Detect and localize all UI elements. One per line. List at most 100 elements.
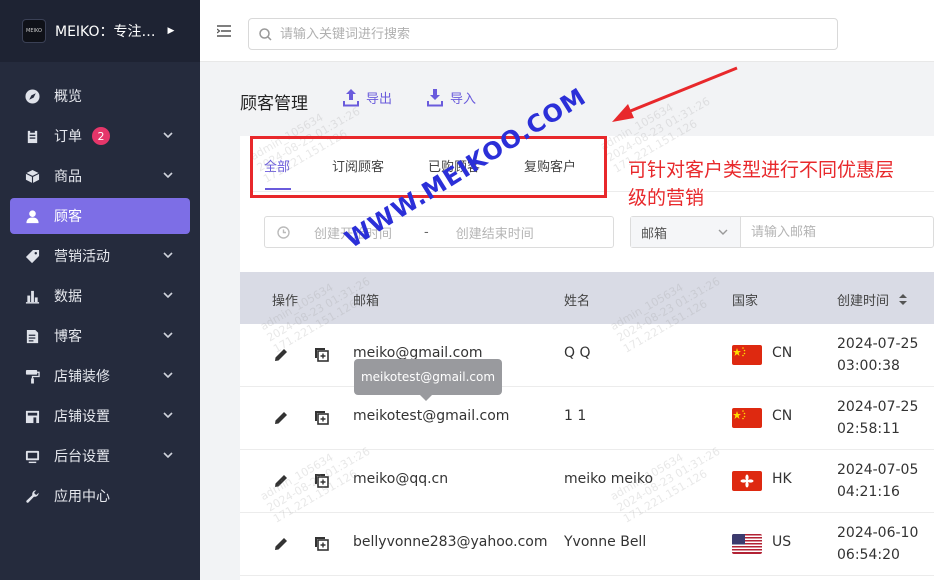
chevron-down-icon — [162, 409, 174, 421]
filter-field-select[interactable]: 邮箱 — [631, 217, 741, 247]
clock-icon — [277, 225, 290, 239]
customer-name: Q Q — [564, 345, 591, 361]
column-header-created[interactable]: 创建时间 — [837, 290, 908, 309]
created-date: 2024-06-10 — [837, 525, 919, 541]
sidebar-item-marketing[interactable]: 营销活动 — [10, 238, 190, 274]
sidebar-item-blog[interactable]: 博客 — [10, 318, 190, 354]
email-filter: 邮箱 — [630, 216, 934, 248]
chevron-down-icon — [162, 449, 174, 461]
import-label: 导入 — [450, 92, 477, 107]
china-flag-icon — [732, 345, 762, 365]
created-date: 2024-07-25 — [837, 399, 919, 415]
copy-icon[interactable] — [314, 536, 329, 555]
brand-logo: MEIKO — [22, 19, 46, 43]
sidebar-item-label: 营销活动 — [54, 249, 110, 265]
sidebar-item-overview[interactable]: 概览 — [10, 78, 190, 114]
date-separator: - — [424, 224, 429, 240]
date-end-placeholder[interactable]: 创建结束时间 — [456, 223, 534, 242]
store-switcher[interactable]: MEIKO MEIKO：专注… ▶ — [0, 0, 200, 62]
sidebar-item-store-design[interactable]: 店铺装修 — [10, 358, 190, 394]
export-label: 导出 — [366, 92, 393, 107]
box-icon — [24, 168, 40, 184]
sidebar: MEIKO MEIKO：专注… ▶ 概览 订单 2 商品 顾客 营销活动 数据 … — [0, 0, 200, 580]
sidebar-item-products[interactable]: 商品 — [10, 158, 190, 194]
search-icon — [259, 27, 272, 41]
created-clock: 02:58:11 — [837, 421, 900, 437]
bar-chart-icon — [24, 288, 40, 304]
global-search[interactable] — [248, 18, 838, 50]
email-input[interactable] — [741, 224, 931, 240]
paint-roller-icon — [24, 368, 40, 384]
copy-icon[interactable] — [314, 347, 329, 366]
sidebar-item-label: 应用中心 — [54, 489, 110, 505]
sidebar-item-label: 后台设置 — [54, 449, 110, 465]
table-row: bellyvonne283@yahoo.com Yvonne Bell US 2… — [240, 513, 934, 576]
country-code: CN — [772, 345, 793, 361]
copy-icon[interactable] — [314, 410, 329, 429]
wrench-icon — [24, 488, 40, 504]
table-row: meiko@gmail.com Q Q CN 2024-07-25 03:00:3… — [240, 324, 934, 387]
created-time: 2024-07-25 02:58:11 — [837, 396, 918, 440]
import-button[interactable]: 导入 — [427, 88, 476, 107]
annotation-line-1: 可针对客户类型进行不同优惠层 — [628, 159, 895, 181]
annotation-arrow-icon — [612, 66, 738, 122]
chevron-down-icon — [162, 129, 174, 141]
chevron-down-icon — [162, 169, 174, 181]
order-count-badge: 2 — [92, 127, 110, 145]
document-icon — [24, 328, 40, 344]
date-range-picker[interactable]: 创建开始时间 - 创建结束时间 — [264, 216, 614, 248]
sidebar-item-customers[interactable]: 顾客 — [10, 198, 190, 234]
hong-kong-flag-icon — [732, 471, 762, 491]
download-icon — [427, 88, 443, 106]
created-clock: 03:00:38 — [837, 358, 900, 374]
compass-icon — [24, 88, 40, 104]
email-tooltip: meikotest@gmail.com — [354, 359, 502, 401]
column-header-name: 姓名 — [564, 294, 591, 309]
edit-icon[interactable] — [274, 536, 289, 555]
chevron-down-icon — [718, 229, 728, 235]
customer-name: 1 1 — [564, 408, 587, 424]
sidebar-item-data[interactable]: 数据 — [10, 278, 190, 314]
monitor-icon — [24, 448, 40, 464]
sort-icon[interactable] — [899, 294, 908, 309]
sidebar-item-label: 顾客 — [54, 209, 82, 225]
sidebar-item-label: 订单 — [54, 129, 82, 145]
user-icon — [24, 208, 40, 224]
country-code: HK — [772, 471, 792, 487]
created-date: 2024-07-05 — [837, 462, 919, 478]
sidebar-item-admin-settings[interactable]: 后台设置 — [10, 438, 190, 474]
sidebar-item-label: 数据 — [54, 289, 82, 305]
edit-icon[interactable] — [274, 410, 289, 429]
top-bar — [200, 0, 934, 62]
customer-email: bellyvonne283@yahoo.com — [353, 534, 548, 550]
chevron-down-icon — [162, 329, 174, 341]
created-time: 2024-07-05 04:21:16 — [837, 459, 918, 503]
created-clock: 04:21:16 — [837, 484, 900, 500]
created-date: 2024-07-25 — [837, 336, 919, 352]
chevron-down-icon — [162, 369, 174, 381]
search-input[interactable] — [280, 26, 820, 42]
column-header-created-label: 创建时间 — [837, 294, 890, 309]
us-flag-icon — [732, 534, 762, 554]
sidebar-item-orders[interactable]: 订单 2 — [10, 118, 190, 154]
china-flag-icon — [732, 408, 762, 428]
sidebar-item-label: 商品 — [54, 169, 82, 185]
sidebar-item-label: 店铺装修 — [54, 369, 110, 385]
column-header-country: 国家 — [732, 294, 759, 309]
sidebar-item-store-settings[interactable]: 店铺设置 — [10, 398, 190, 434]
created-clock: 06:54:20 — [837, 547, 900, 563]
sidebar-menu: 概览 订单 2 商品 顾客 营销活动 数据 博客 店铺装修 店铺设置 后台设置 … — [0, 62, 200, 514]
created-time: 2024-06-10 06:54:20 — [837, 522, 918, 566]
menu-toggle-icon[interactable] — [216, 25, 231, 37]
customer-name: Yvonne Bell — [564, 534, 647, 550]
store-icon — [24, 408, 40, 424]
sidebar-item-label: 概览 — [54, 89, 82, 105]
table-row: meikotest@gmail.com 1 1 CN 2024-07-25 02:… — [240, 387, 934, 450]
sidebar-item-label: 店铺设置 — [54, 409, 110, 425]
caret-right-icon: ▶ — [167, 26, 175, 36]
annotation-text: 可针对客户类型进行不同优惠层 级的营销 — [628, 156, 934, 212]
sidebar-item-app-center[interactable]: 应用中心 — [10, 478, 190, 514]
annotation-line-2: 级的营销 — [628, 187, 705, 209]
chevron-down-icon — [162, 249, 174, 261]
country-code: CN — [772, 408, 793, 424]
